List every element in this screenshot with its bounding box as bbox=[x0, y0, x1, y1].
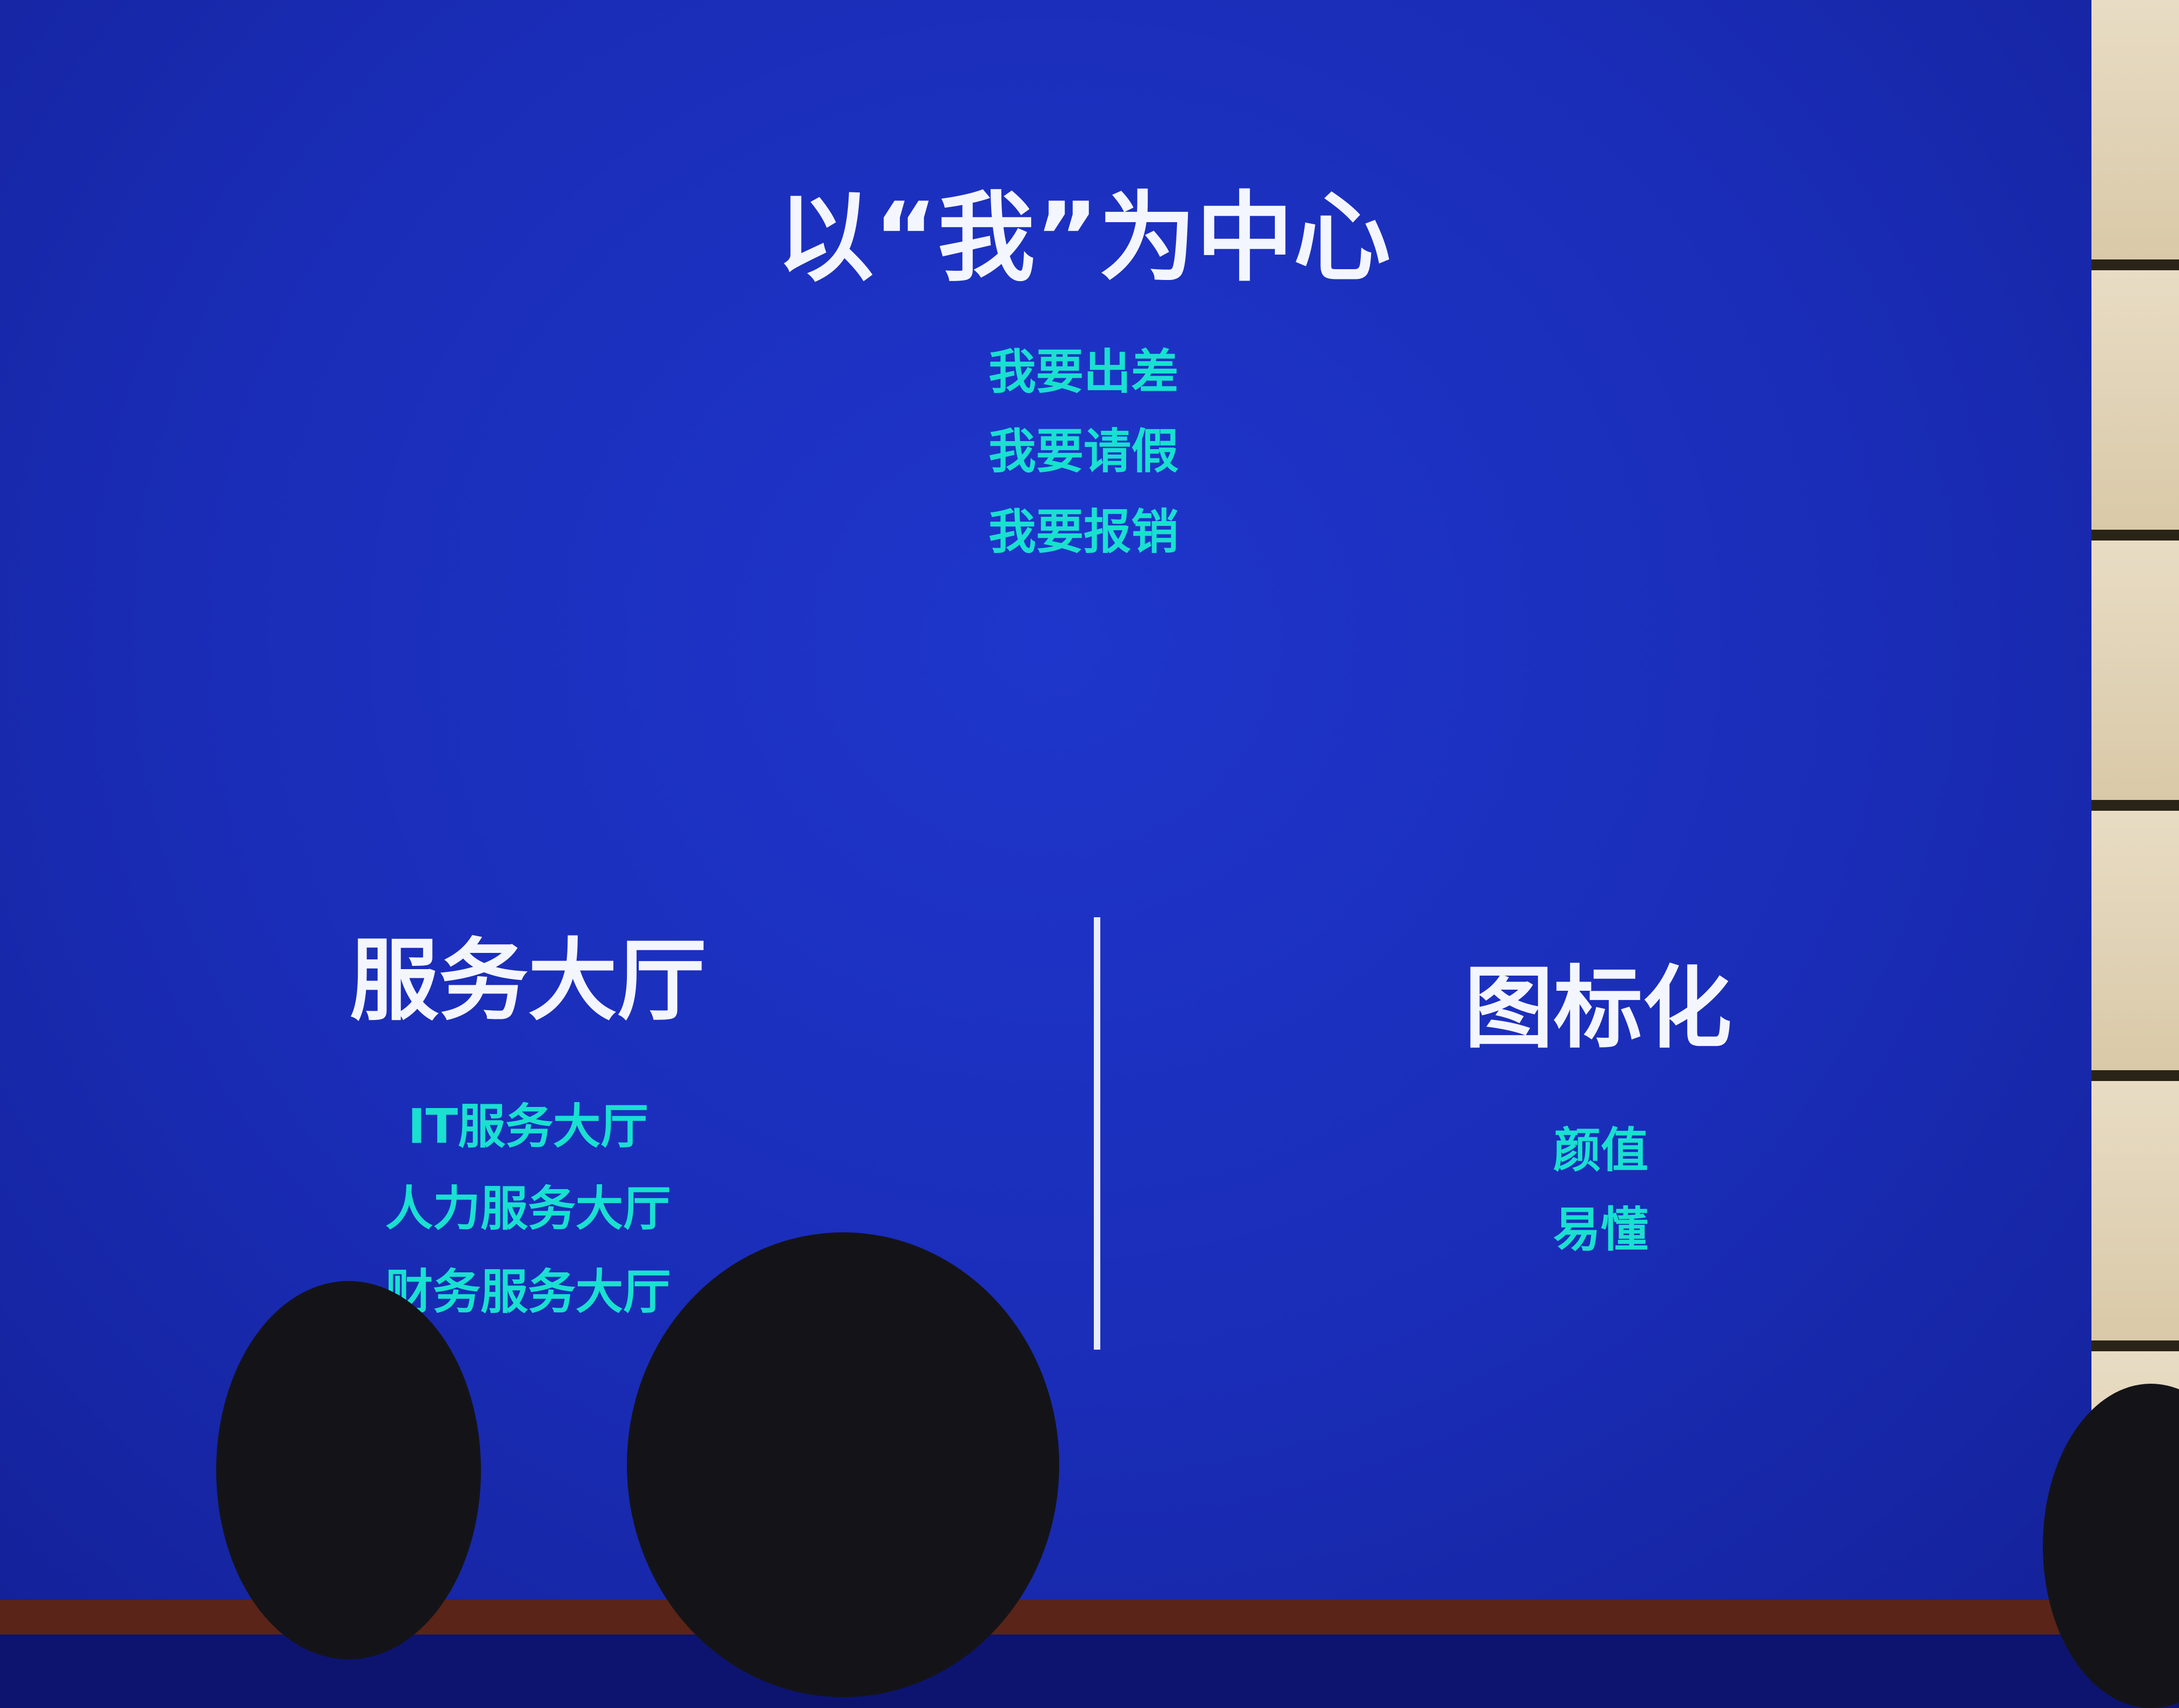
me-item: 我要请假 bbox=[988, 423, 1179, 479]
icon-item: 易懂 bbox=[1553, 1202, 1649, 1258]
icon-item: 颜值 bbox=[1553, 1122, 1649, 1178]
service-item: 人力服务大厅 bbox=[385, 1180, 671, 1237]
me-item: 我要出差 bbox=[988, 344, 1179, 400]
audience-head bbox=[627, 1232, 1059, 1697]
me-item: 我要报销 bbox=[988, 504, 1179, 560]
audience-head bbox=[216, 1281, 481, 1659]
divider-line bbox=[1094, 917, 1100, 1350]
right-heading: 图标化 bbox=[1464, 956, 1732, 1060]
service-item: IT服务大厅 bbox=[407, 1098, 649, 1155]
service-item: 财务服务大厅 bbox=[385, 1264, 671, 1320]
slide-title: 以“我”为中心 bbox=[776, 182, 1391, 295]
left-heading: 服务大厅 bbox=[350, 929, 706, 1033]
